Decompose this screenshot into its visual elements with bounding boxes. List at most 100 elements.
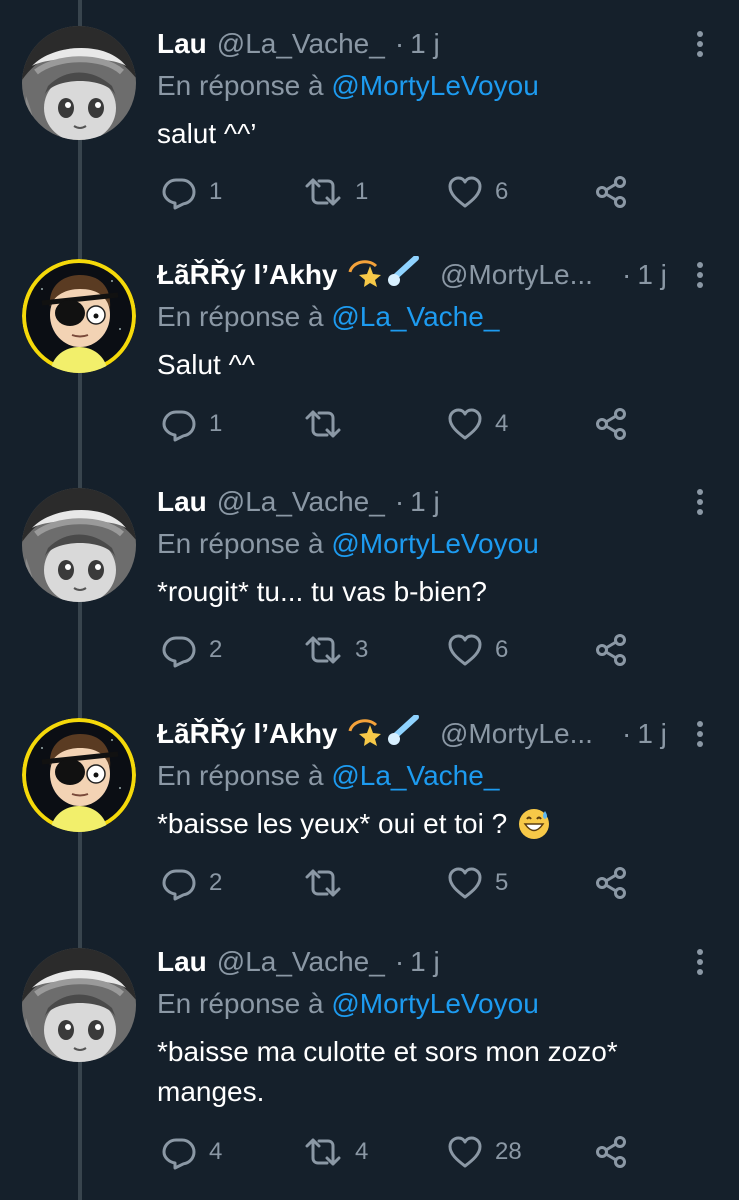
username-handle[interactable]: @La_Vache_ <box>217 28 385 60</box>
action-bar: 4 4 28 <box>157 1132 647 1172</box>
timestamp[interactable]: 1 j <box>410 946 440 978</box>
like-count: 4 <box>495 410 509 437</box>
comet-emoji <box>386 254 420 295</box>
reply-button[interactable]: 4 <box>161 1132 222 1172</box>
like-button[interactable]: 4 <box>447 404 508 444</box>
retweet-button[interactable] <box>303 863 355 903</box>
share-button[interactable] <box>593 630 629 670</box>
reply-prefix: En réponse à <box>157 988 324 1019</box>
timestamp[interactable]: 1 j <box>410 28 440 60</box>
reply-context: En réponse à @MortyLeVoyou <box>157 70 539 102</box>
tweet-header: Lau @La_Vache_ · 1 j <box>157 484 440 520</box>
share-button[interactable] <box>593 404 629 444</box>
reply-count: 1 <box>209 178 223 205</box>
display-name[interactable]: Lau <box>157 28 207 60</box>
reply-context: En réponse à @La_Vache_ <box>157 760 499 792</box>
retweet-icon <box>305 1138 341 1166</box>
manga-girl-avatar-image <box>22 26 136 140</box>
reply-prefix: En réponse à <box>157 528 324 559</box>
like-button[interactable]: 28 <box>447 1132 522 1172</box>
display-name[interactable]: Lau <box>157 486 207 518</box>
more-options-icon[interactable] <box>685 718 715 750</box>
avatar[interactable] <box>22 488 136 602</box>
like-button[interactable]: 5 <box>447 863 508 903</box>
heart-icon <box>448 1136 482 1168</box>
timestamp[interactable]: 1 j <box>637 718 667 750</box>
tweet-header: ŁãŘŘý l’Akhy <box>157 254 424 295</box>
reply-button[interactable]: 1 <box>161 172 222 212</box>
heart-icon <box>448 867 482 899</box>
retweet-count: 4 <box>355 1138 369 1165</box>
morty-eyepatch-avatar-image <box>22 259 136 373</box>
timestamp-wrap: · 1 j <box>622 716 667 752</box>
reply-icon <box>162 178 196 210</box>
share-button[interactable] <box>593 863 629 903</box>
username-handle[interactable]: @MortyLe... <box>440 257 593 293</box>
share-button[interactable] <box>593 1132 629 1172</box>
reply-count: 4 <box>209 1138 223 1165</box>
reply-icon <box>162 410 196 442</box>
reply-context: En réponse à @MortyLeVoyou <box>157 988 539 1020</box>
more-options-icon[interactable] <box>685 946 715 978</box>
retweet-button[interactable] <box>303 404 355 444</box>
retweet-icon <box>305 636 341 664</box>
action-bar: 2 5 <box>157 863 647 903</box>
separator-dot: · <box>394 486 405 517</box>
avatar[interactable] <box>22 948 136 1062</box>
tweet-text-line: *baisse ma culotte et sors mon zozo* <box>157 1036 618 1067</box>
display-name[interactable]: ŁãŘŘý l’Akhy <box>157 718 338 750</box>
like-button[interactable]: 6 <box>447 630 508 670</box>
timestamp[interactable]: 1 j <box>410 486 440 518</box>
reply-button[interactable]: 2 <box>161 630 222 670</box>
retweet-icon <box>305 869 341 897</box>
tweet-text: salut ^^’ <box>157 118 257 149</box>
username-handle[interactable]: @La_Vache_ <box>217 486 385 518</box>
more-options-icon[interactable] <box>685 259 715 291</box>
retweet-button[interactable]: 3 <box>303 630 368 670</box>
reply-mention-link[interactable]: @La_Vache_ <box>331 301 499 332</box>
reply-mention-link[interactable]: @MortyLeVoyou <box>331 70 538 101</box>
timestamp-wrap: · 1 j <box>622 257 667 293</box>
username-handle[interactable]: @MortyLe... <box>440 716 593 752</box>
display-name[interactable]: ŁãŘŘý l’Akhy <box>157 259 338 291</box>
retweet-icon <box>305 410 341 438</box>
retweet-button[interactable]: 4 <box>303 1132 368 1172</box>
like-button[interactable]: 6 <box>447 172 508 212</box>
reply-prefix: En réponse à <box>157 760 324 791</box>
reply-context: En réponse à @La_Vache_ <box>157 301 499 333</box>
reply-mention-link[interactable]: @MortyLeVoyou <box>331 528 538 559</box>
avatar[interactable] <box>22 259 136 373</box>
heart-icon <box>448 408 482 440</box>
more-options-icon[interactable] <box>685 28 715 60</box>
more-options-icon[interactable] <box>685 486 715 518</box>
tweet-text-content: *baisse les yeux* oui et toi ? <box>157 808 508 839</box>
avatar[interactable] <box>22 26 136 140</box>
retweet-count: 1 <box>355 178 369 205</box>
separator-dot: · <box>394 28 405 59</box>
avatar[interactable] <box>22 718 136 832</box>
action-bar: 2 3 6 <box>157 630 647 670</box>
reply-count: 2 <box>209 869 223 896</box>
reply-count: 1 <box>209 410 223 437</box>
like-count: 6 <box>495 178 509 205</box>
display-name[interactable]: Lau <box>157 946 207 978</box>
like-count: 28 <box>495 1138 522 1165</box>
action-bar: 1 1 6 <box>157 172 647 212</box>
reply-button[interactable]: 1 <box>161 404 222 444</box>
comet-emoji <box>386 713 420 754</box>
share-button[interactable] <box>593 172 629 212</box>
reply-mention-link[interactable]: @La_Vache_ <box>331 760 499 791</box>
share-icon <box>596 867 626 899</box>
reply-button[interactable]: 2 <box>161 863 222 903</box>
retweet-count: 3 <box>355 636 369 663</box>
dizzy-star-emoji <box>348 715 382 754</box>
reply-icon <box>162 636 196 668</box>
retweet-button[interactable]: 1 <box>303 172 368 212</box>
share-icon <box>596 408 626 440</box>
tweet-text: *baisse ma culotte et sors mon zozo* man… <box>157 1032 717 1112</box>
reply-mention-link[interactable]: @MortyLeVoyou <box>331 988 538 1019</box>
timestamp[interactable]: 1 j <box>637 259 667 291</box>
separator-dot: · <box>394 946 405 977</box>
username-handle[interactable]: @La_Vache_ <box>217 946 385 978</box>
retweet-icon <box>305 178 341 206</box>
